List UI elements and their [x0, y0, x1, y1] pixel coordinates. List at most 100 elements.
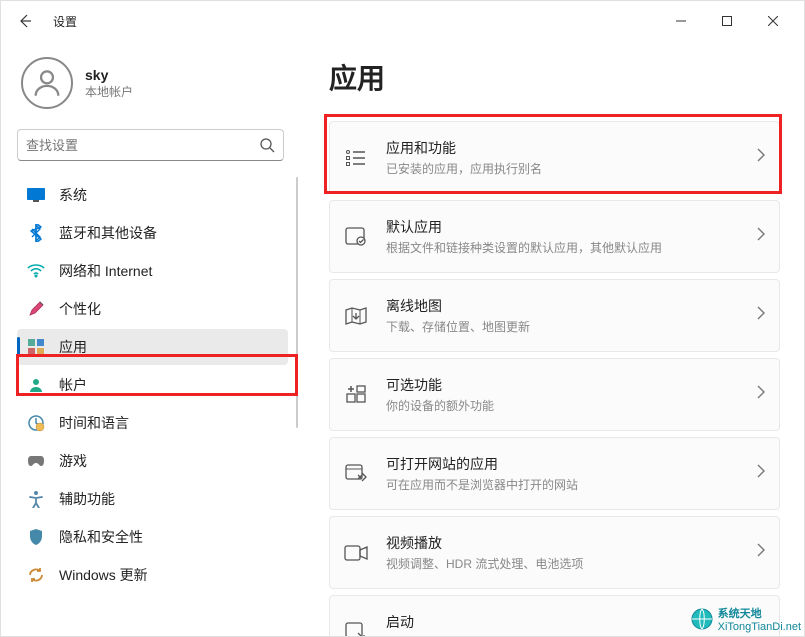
card-subtitle: 视频调整、HDR 流式处理、电池选项	[386, 555, 757, 572]
sidebar-item-apps[interactable]: 应用	[17, 329, 288, 365]
card-body: 默认应用 根据文件和链接种类设置的默认应用，其他默认应用	[386, 217, 757, 256]
avatar	[21, 57, 73, 109]
back-arrow-icon	[17, 13, 33, 29]
sidebar-item-label: 时间和语言	[59, 413, 129, 433]
update-icon	[27, 566, 45, 584]
profile-subtitle: 本地帐户	[85, 83, 133, 100]
sidebar-item-label: 应用	[59, 337, 87, 357]
card-title: 可打开网站的应用	[386, 454, 757, 474]
card-apps-features[interactable]: 应用和功能 已安装的应用，应用执行别名	[329, 121, 780, 194]
sidebar-item-label: 隐私和安全性	[59, 527, 143, 547]
close-icon	[768, 16, 778, 26]
sidebar-item-label: 网络和 Internet	[59, 261, 152, 281]
add-feature-icon	[344, 383, 368, 407]
website-app-icon	[344, 462, 368, 486]
profile-section[interactable]: sky 本地帐户	[17, 49, 300, 129]
nav-list: 系统 蓝牙和其他设备 网络和 Internet 个性化 应用	[17, 177, 300, 595]
sidebar: sky 本地帐户 系统 蓝牙和其他设备	[1, 41, 301, 636]
card-subtitle: 可在应用而不是浏览器中打开的网站	[386, 476, 757, 493]
list-icon	[344, 146, 368, 170]
bluetooth-icon	[27, 224, 45, 242]
profile-text: sky 本地帐户	[85, 67, 133, 100]
card-subtitle: 你的设备的额外功能	[386, 397, 757, 414]
card-optional-features[interactable]: 可选功能 你的设备的额外功能	[329, 358, 780, 431]
startup-icon	[344, 620, 368, 637]
search-input[interactable]	[26, 138, 259, 153]
card-body: 应用和功能 已安装的应用，应用执行别名	[386, 138, 757, 177]
sidebar-item-label: 个性化	[59, 299, 101, 319]
sidebar-item-accessibility[interactable]: 辅助功能	[17, 481, 288, 517]
minimize-button[interactable]	[658, 5, 704, 37]
clock-globe-icon	[27, 414, 45, 432]
card-startup[interactable]: 启动 登录时自动启动的应用程序	[329, 595, 780, 636]
maximize-icon	[722, 16, 732, 26]
settings-window: 设置 sky 本地帐户	[0, 0, 805, 637]
page-title: 应用	[329, 57, 780, 97]
card-offline-maps[interactable]: 离线地图 下载、存储位置、地图更新	[329, 279, 780, 352]
card-title: 应用和功能	[386, 138, 757, 158]
sidebar-item-bluetooth[interactable]: 蓝牙和其他设备	[17, 215, 288, 251]
close-button[interactable]	[750, 5, 796, 37]
card-title: 启动	[386, 612, 765, 632]
sidebar-item-label: 辅助功能	[59, 489, 115, 509]
display-icon	[27, 186, 45, 204]
accessibility-icon	[27, 490, 45, 508]
main-panel: 应用 应用和功能 已安装的应用，应用执行别名 默认应用 根据文件和链接种类设置的…	[301, 41, 804, 636]
card-title: 可选功能	[386, 375, 757, 395]
back-button[interactable]	[9, 5, 41, 37]
card-body: 离线地图 下载、存储位置、地图更新	[386, 296, 757, 335]
search-box[interactable]	[17, 129, 284, 161]
account-icon	[27, 376, 45, 394]
card-subtitle: 登录时自动启动的应用程序	[386, 634, 765, 636]
sidebar-item-privacy[interactable]: 隐私和安全性	[17, 519, 288, 555]
card-title: 默认应用	[386, 217, 757, 237]
sidebar-item-personalization[interactable]: 个性化	[17, 291, 288, 327]
card-body: 可选功能 你的设备的额外功能	[386, 375, 757, 414]
apps-icon	[27, 338, 45, 356]
card-title: 离线地图	[386, 296, 757, 316]
content-area: sky 本地帐户 系统 蓝牙和其他设备	[1, 41, 804, 636]
video-icon	[344, 541, 368, 565]
chevron-right-icon	[757, 306, 765, 325]
sidebar-item-time-language[interactable]: 时间和语言	[17, 405, 288, 441]
card-subtitle: 根据文件和链接种类设置的默认应用，其他默认应用	[386, 239, 757, 256]
shield-icon	[27, 528, 45, 546]
sidebar-item-label: Windows 更新	[59, 565, 148, 585]
card-body: 视频播放 视频调整、HDR 流式处理、电池选项	[386, 533, 757, 572]
title-bar: 设置	[1, 1, 804, 41]
wifi-icon	[27, 262, 45, 280]
window-title: 设置	[53, 13, 77, 30]
minimize-icon	[676, 16, 686, 26]
sidebar-item-gaming[interactable]: 游戏	[17, 443, 288, 479]
card-apps-for-websites[interactable]: 可打开网站的应用 可在应用而不是浏览器中打开的网站	[329, 437, 780, 510]
scroll-indicator	[296, 177, 298, 428]
paintbrush-icon	[27, 300, 45, 318]
search-icon	[259, 137, 275, 153]
chevron-right-icon	[757, 543, 765, 562]
card-body: 可打开网站的应用 可在应用而不是浏览器中打开的网站	[386, 454, 757, 493]
sidebar-item-network[interactable]: 网络和 Internet	[17, 253, 288, 289]
card-body: 启动 登录时自动启动的应用程序	[386, 612, 765, 636]
card-video-playback[interactable]: 视频播放 视频调整、HDR 流式处理、电池选项	[329, 516, 780, 589]
profile-name: sky	[85, 67, 133, 83]
chevron-right-icon	[757, 385, 765, 404]
card-default-apps[interactable]: 默认应用 根据文件和链接种类设置的默认应用，其他默认应用	[329, 200, 780, 273]
sidebar-item-label: 帐户	[59, 375, 87, 395]
sidebar-item-label: 蓝牙和其他设备	[59, 223, 157, 243]
chevron-right-icon	[757, 464, 765, 483]
map-icon	[344, 304, 368, 328]
sidebar-item-label: 系统	[59, 185, 87, 205]
sidebar-item-update[interactable]: Windows 更新	[17, 557, 288, 593]
person-icon	[30, 66, 64, 100]
card-subtitle: 已安装的应用，应用执行别名	[386, 160, 757, 177]
default-app-icon	[344, 225, 368, 249]
window-controls	[658, 5, 796, 37]
card-subtitle: 下载、存储位置、地图更新	[386, 318, 757, 335]
sidebar-item-system[interactable]: 系统	[17, 177, 288, 213]
gamepad-icon	[27, 452, 45, 470]
sidebar-item-accounts[interactable]: 帐户	[17, 367, 288, 403]
maximize-button[interactable]	[704, 5, 750, 37]
chevron-right-icon	[757, 148, 765, 167]
sidebar-item-label: 游戏	[59, 451, 87, 471]
chevron-right-icon	[757, 227, 765, 246]
